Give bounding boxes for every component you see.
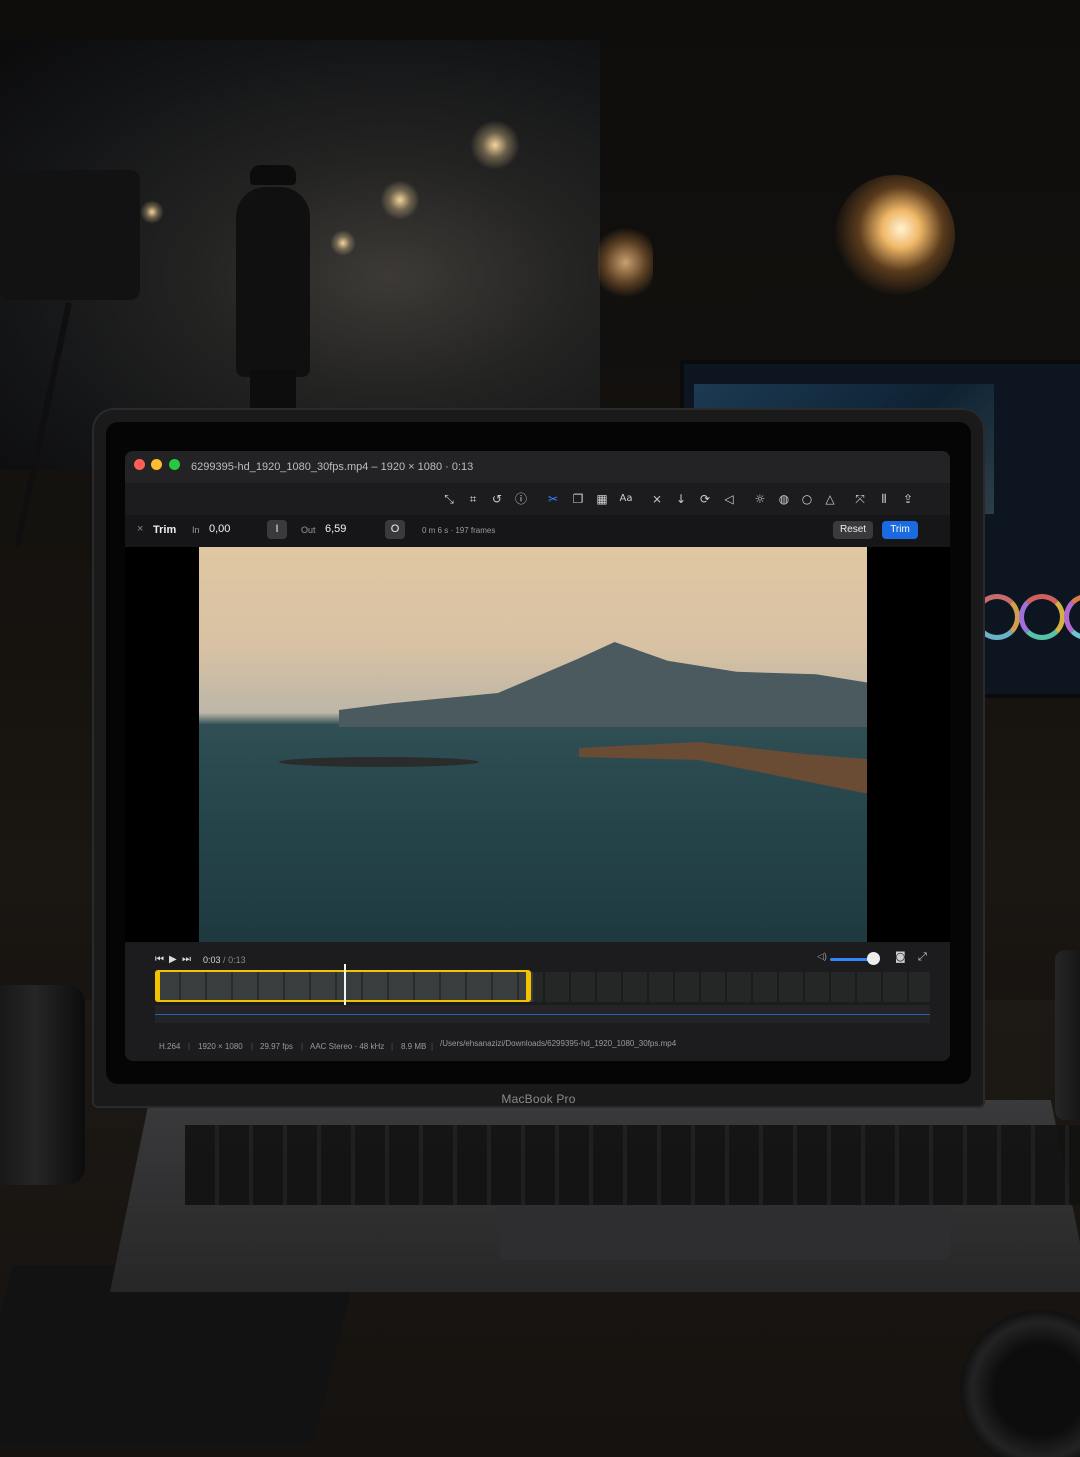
set-in-button[interactable]: I xyxy=(267,520,287,539)
codec-info: H.264 xyxy=(159,1042,181,1051)
camera-lens xyxy=(0,985,85,1185)
time-separator: / xyxy=(223,955,226,965)
mug xyxy=(1055,950,1080,1120)
share-icon[interactable]: ⇪ xyxy=(900,491,916,507)
fullscreen-icon[interactable]: ⤢ xyxy=(918,950,927,964)
triangle-icon[interactable]: △ xyxy=(822,491,838,507)
video-coast xyxy=(579,742,867,796)
volume-slider-knob[interactable] xyxy=(866,952,880,965)
audio-info: AAC Stereo · 48 kHz xyxy=(310,1042,385,1051)
grid-icon[interactable]: ▦ xyxy=(594,491,610,507)
audio-lane xyxy=(155,1005,930,1023)
trim-button[interactable]: Trim xyxy=(882,521,918,539)
video-editor-window: 6299395-hd_1920_1080_30fps.mp4 – 1920 × … xyxy=(125,451,950,1061)
video-rocks xyxy=(279,757,479,767)
zoom-window-button[interactable] xyxy=(169,459,180,470)
expand-icon[interactable]: ⤡ xyxy=(441,491,457,507)
status-bar: H.264 | 1920 × 1080 | 29.97 fps | AAC St… xyxy=(159,1039,677,1051)
crop-icon[interactable]: ⌗ xyxy=(465,491,481,507)
fps-info: 29.97 fps xyxy=(260,1042,293,1051)
out-value-field[interactable]: 6,59 xyxy=(325,523,346,535)
out-label: Out xyxy=(301,525,316,535)
minimize-window-button[interactable] xyxy=(151,459,162,470)
size-info: 8.9 MB xyxy=(401,1042,427,1051)
text-icon[interactable]: Aa xyxy=(618,491,634,507)
scissors-icon[interactable]: ✂ xyxy=(545,491,561,507)
trim-duration: 0 m 6 s · 197 frames xyxy=(422,526,496,535)
playback-controls: ⏮ ▶ ⏭ 0:03 / 0:13 ◁) ◙ ⤢ H.264 | 1920 × … xyxy=(125,942,950,1061)
film-camera xyxy=(0,170,140,300)
reset-button[interactable]: Reset xyxy=(833,521,873,539)
download-icon[interactable]: ↓ xyxy=(673,491,689,507)
trim-label: Trim xyxy=(153,524,177,536)
compress-icon[interactable]: ⤧ xyxy=(852,491,868,507)
trim-bar: × Trim In 0,00 I Out 6,59 O 0 m 6 s · 19… xyxy=(125,515,950,548)
playhead[interactable] xyxy=(344,964,346,1008)
rotate-icon[interactable]: ↺ xyxy=(489,491,505,507)
layers-icon[interactable]: ❐ xyxy=(570,491,586,507)
total-time: 0:13 xyxy=(228,955,246,965)
resolution-info: 1920 × 1080 xyxy=(198,1042,243,1051)
current-time: 0:03 xyxy=(203,955,221,965)
close-trim-icon[interactable]: × xyxy=(137,523,143,535)
set-out-button[interactable]: O xyxy=(385,520,405,539)
laptop-brand-label: MacBook Pro xyxy=(501,1092,576,1106)
laptop-trackpad xyxy=(500,1205,950,1260)
in-value-field[interactable]: 0,00 xyxy=(209,523,230,535)
time-readout: 0:03 / 0:13 xyxy=(203,955,246,965)
brightness-icon[interactable]: ☼ xyxy=(752,491,768,507)
laptop-keyboard xyxy=(185,1125,1080,1205)
volume-icon[interactable]: ◁ xyxy=(721,491,737,507)
silhouette-figure xyxy=(228,165,318,415)
loop-icon[interactable]: ⟳ xyxy=(697,491,713,507)
studio-spotlight xyxy=(835,175,955,295)
title-bar: 6299395-hd_1920_1080_30fps.mp4 – 1920 × … xyxy=(125,451,950,483)
video-mountain xyxy=(339,642,867,727)
skip-forward-icon[interactable]: ⏭ xyxy=(182,954,191,965)
notebook xyxy=(0,1265,358,1445)
info-icon[interactable]: ⓘ xyxy=(513,491,529,507)
in-label: In xyxy=(192,525,200,535)
studio-light-small xyxy=(598,225,653,300)
toolbar: ‹ ⤡ ⌗ ↺ ⓘ ✂ ❐ ▦ Aa ⨯ ↓ ⟳ ◁ ☼ ◍ ○ △ ⤧ ⫴ ⇪ xyxy=(125,483,950,536)
trim-selection-range[interactable] xyxy=(155,970,531,1002)
play-icon[interactable]: ▶ xyxy=(169,954,177,965)
skip-back-icon[interactable]: ⏮ xyxy=(155,954,164,965)
close-window-button[interactable] xyxy=(134,459,145,470)
color-icon[interactable]: ◍ xyxy=(776,491,792,507)
speaker-icon[interactable]: ◁) xyxy=(817,951,827,962)
video-frame[interactable] xyxy=(199,547,867,942)
file-path: /Users/ehsanazizi/Downloads/6299395-hd_1… xyxy=(440,1039,677,1048)
mute-icon[interactable]: ⨯ xyxy=(649,491,665,507)
circle-icon[interactable]: ○ xyxy=(799,491,815,507)
video-stage xyxy=(125,547,950,942)
camera-icon[interactable]: ◙ xyxy=(895,950,906,963)
split-icon[interactable]: ⫴ xyxy=(876,491,892,507)
window-title: 6299395-hd_1920_1080_30fps.mp4 – 1920 × … xyxy=(191,461,474,473)
